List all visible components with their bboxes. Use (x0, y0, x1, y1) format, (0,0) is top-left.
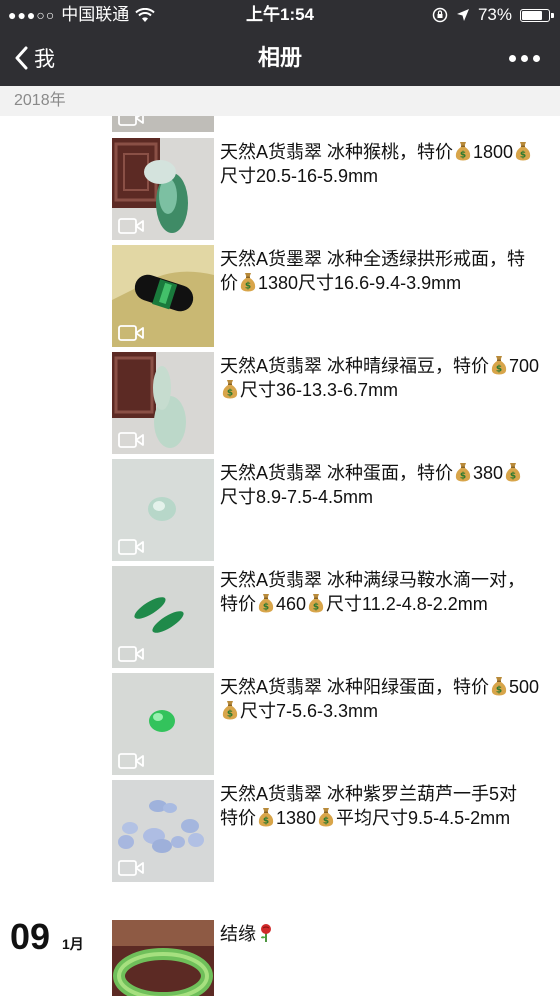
orientation-lock-icon (432, 7, 448, 23)
date-day: 09 (10, 916, 51, 957)
money-bag-icon (317, 807, 335, 827)
rose-icon (257, 923, 275, 943)
money-bag-icon (514, 141, 532, 161)
status-bar: ●●●○○ 中国联通 上午1:54 73% (0, 0, 560, 30)
money-bag-icon (221, 700, 239, 720)
money-bag-icon (257, 807, 275, 827)
photo-thumbnail[interactable] (112, 116, 214, 132)
more-dots-icon[interactable] (509, 30, 540, 86)
post-caption[interactable]: 天然A货翡翠 冰种满绿马鞍水滴一对，特价 460 尺寸11.2-4.8-2.2mm (220, 568, 540, 616)
photo-thumbnail[interactable] (112, 780, 214, 882)
page-title: 相册 (257, 45, 302, 70)
video-camera-icon (118, 432, 144, 448)
photo-thumbnail[interactable] (112, 352, 214, 454)
money-bag-icon (307, 593, 325, 613)
money-bag-icon (257, 593, 275, 613)
money-bag-icon (221, 379, 239, 399)
video-camera-icon (118, 860, 144, 876)
video-camera-icon (118, 116, 144, 126)
video-camera-icon (118, 218, 144, 234)
navigation-bar: 我 相册 (0, 30, 560, 86)
post-caption[interactable]: 天然A货翡翠 冰种蛋面，特价 380尺寸8.9-7.5-4.5mm (220, 461, 540, 509)
money-bag-icon (490, 676, 508, 696)
photo-thumbnail[interactable] (112, 673, 214, 775)
album-feed[interactable]: 天然A货翡翠 冰种猴桃，特价 1800尺寸20.5-16-5.9mm 天然A货墨翠… (0, 116, 560, 996)
money-bag-icon (490, 355, 508, 375)
photo-thumbnail[interactable] (112, 459, 214, 561)
post-caption[interactable]: 天然A货翡翠 冰种猴桃，特价 1800尺寸20.5-16-5.9mm (220, 140, 540, 188)
video-camera-icon (118, 646, 144, 662)
photo-thumbnail[interactable] (112, 138, 214, 240)
year-header: 2018年 (0, 86, 560, 116)
photo-thumbnail[interactable] (112, 566, 214, 668)
money-bag-icon (454, 141, 472, 161)
photo-thumbnail[interactable] (112, 920, 214, 996)
photo-thumbnail[interactable] (112, 245, 214, 347)
money-bag-icon (454, 462, 472, 482)
money-bag-icon (239, 272, 257, 292)
location-arrow-icon (456, 9, 469, 21)
battery-percent: 73% (477, 5, 512, 24)
battery-icon (520, 8, 554, 22)
video-camera-icon (118, 325, 144, 341)
date-month: 1月 (62, 936, 84, 952)
post-caption[interactable]: 天然A货翡翠 冰种紫罗兰葫芦一手5对 特价 1380 平均尺寸9.5-4.5-2mm (220, 782, 540, 830)
video-camera-icon (118, 539, 144, 555)
money-bag-icon (504, 462, 522, 482)
post-caption[interactable]: 天然A货墨翠 冰种全透绿拱形戒面，特价 1380尺寸16.6-9.4-3.9mm (220, 247, 540, 295)
post-caption[interactable]: 天然A货翡翠 冰种晴绿福豆，特价 700尺寸36-13.3-6.7mm (220, 354, 540, 402)
post-caption[interactable]: 结缘 (220, 922, 540, 946)
post-caption[interactable]: 天然A货翡翠 冰种阳绿蛋面，特价 500尺寸7-5.6-3.3mm (220, 675, 540, 723)
video-camera-icon (118, 753, 144, 769)
